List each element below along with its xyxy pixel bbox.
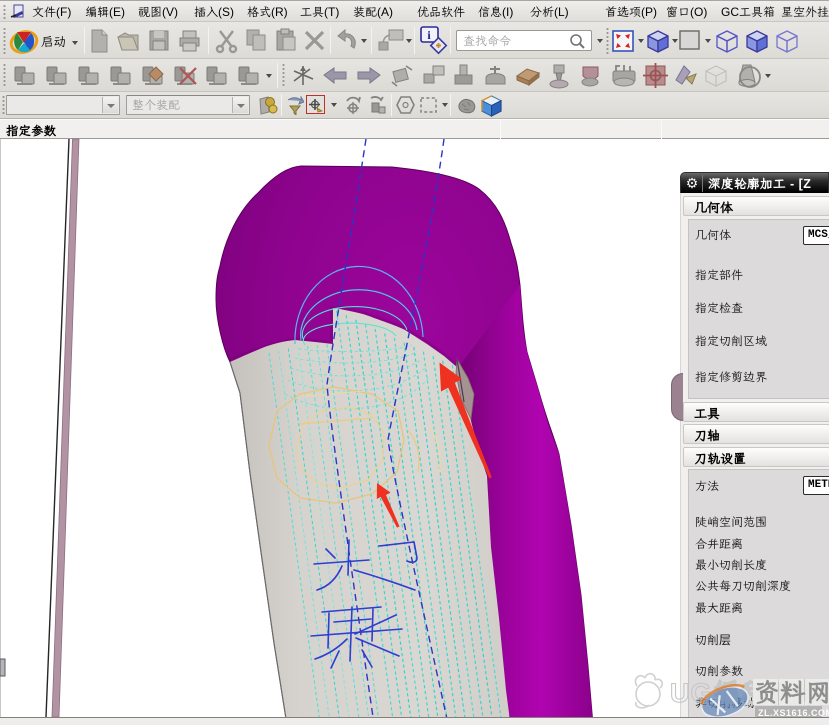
svg-text:资料网: 资料网: [754, 676, 829, 709]
